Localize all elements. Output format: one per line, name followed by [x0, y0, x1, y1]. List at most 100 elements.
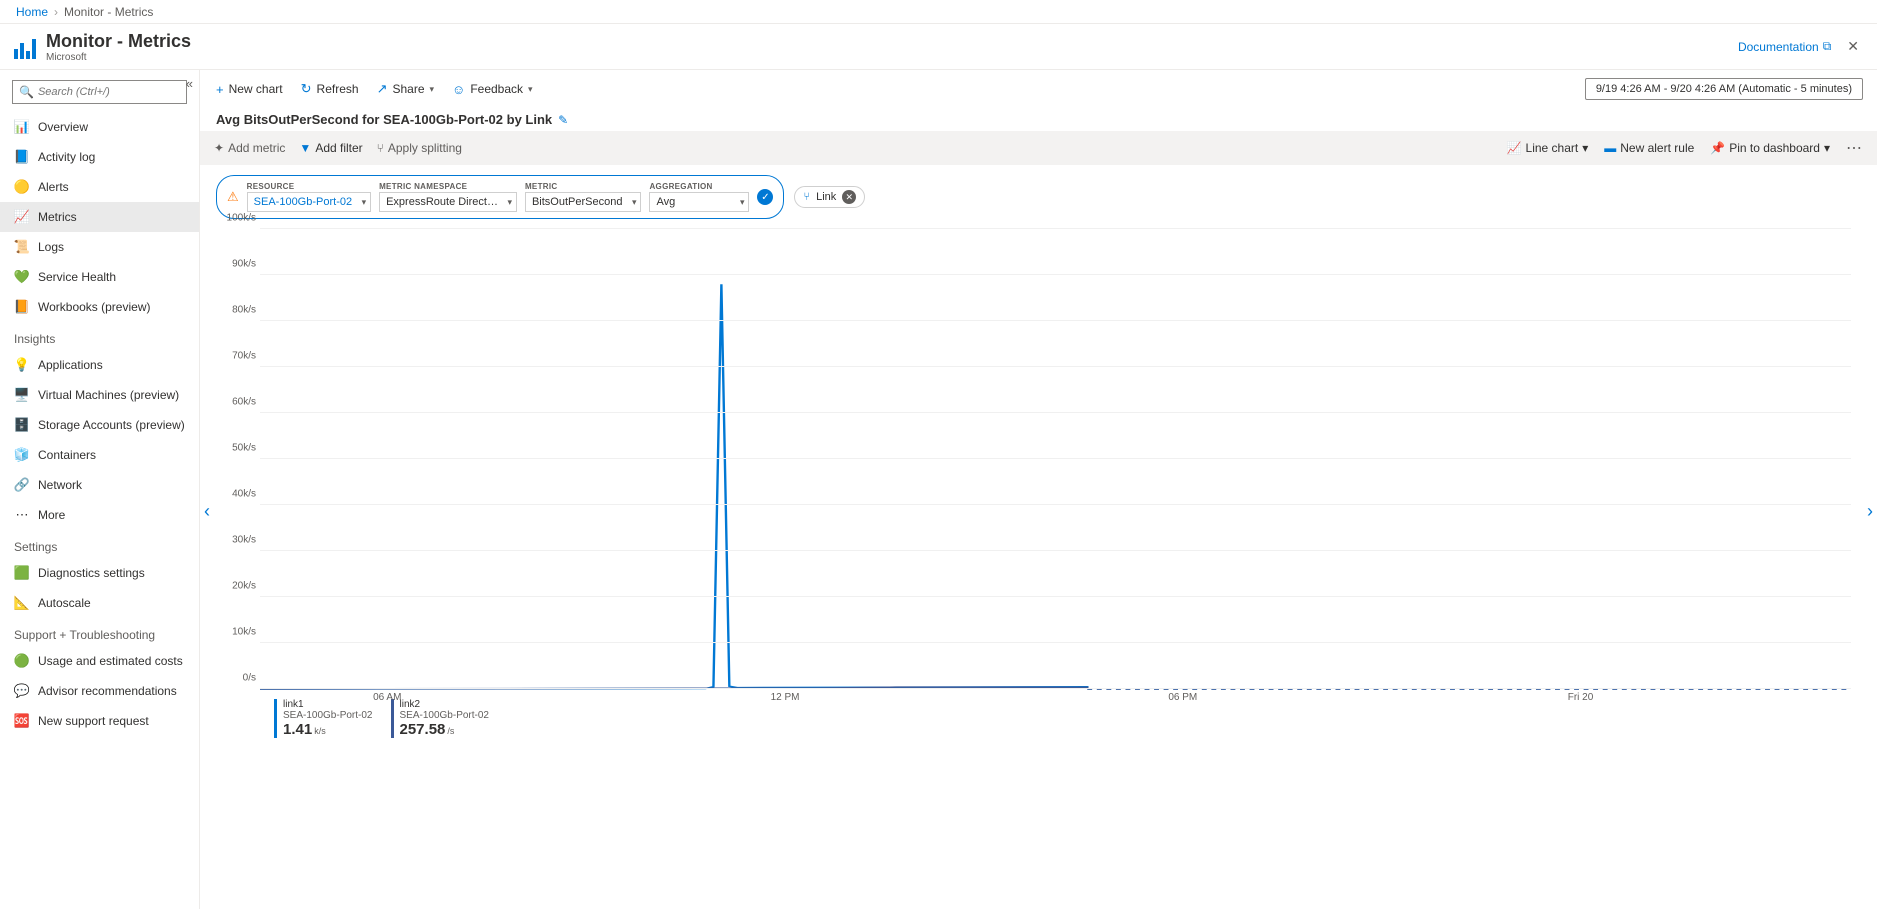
nav-item-label: Containers [38, 448, 96, 462]
y-axis-tick: 80k/s [222, 305, 256, 316]
new-chart-button[interactable]: +New chart [214, 78, 285, 101]
sidebar-item-logs[interactable]: 📜Logs [0, 232, 199, 262]
nav-item-icon: 💚 [14, 269, 30, 285]
sidebar-item-workbooks-preview-[interactable]: 📙Workbooks (preview) [0, 292, 199, 322]
sidebar-item-activity-log[interactable]: 📘Activity log [0, 142, 199, 172]
split-icon: ⑂ [803, 191, 810, 203]
aggregation-select[interactable]: Avg [649, 192, 749, 212]
legend-value: 1.41 [283, 721, 312, 738]
time-range-picker[interactable]: 9/19 4:26 AM - 9/20 4:26 AM (Automatic -… [1585, 78, 1863, 100]
collapse-sidebar-icon[interactable]: « [186, 76, 193, 91]
sidebar-item-more[interactable]: ⋯More [0, 500, 199, 530]
feedback-button[interactable]: ☺Feedback▾ [450, 78, 535, 101]
sidebar-item-network[interactable]: 🔗Network [0, 470, 199, 500]
split-icon: ⑂ [377, 141, 384, 155]
alert-icon: ▬ [1604, 141, 1616, 155]
nav-item-label: Metrics [38, 210, 77, 224]
nav-item-label: Overview [38, 120, 88, 134]
sidebar-search[interactable]: 🔍 [12, 80, 187, 104]
nav-item-icon: 📈 [14, 209, 30, 225]
page-header: Monitor - Metrics Microsoft Documentatio… [0, 24, 1877, 70]
chart-toolbar: +New chart ↻Refresh ↗Share▾ ☺Feedback▾ 9… [200, 70, 1877, 108]
documentation-link[interactable]: Documentation ⧉ [1738, 39, 1831, 54]
nav-item-icon: 📐 [14, 595, 30, 611]
nav-item-icon: 🖥️ [14, 387, 30, 403]
new-alert-rule-button[interactable]: ▬New alert rule [1604, 141, 1694, 155]
search-input[interactable] [38, 86, 181, 98]
metric-select[interactable]: BitsOutPerSecond [525, 192, 642, 212]
remove-chip-icon[interactable]: ✕ [842, 190, 856, 204]
sidebar-item-service-health[interactable]: 💚Service Health [0, 262, 199, 292]
share-button[interactable]: ↗Share▾ [375, 77, 436, 101]
x-axis-tick: Fri 20 [1568, 692, 1594, 703]
namespace-label: METRIC NAMESPACE [379, 182, 517, 191]
sidebar-item-usage-and-estimated-costs[interactable]: 🟢Usage and estimated costs [0, 646, 199, 676]
resource-select[interactable]: SEA-100Gb-Port-02 [247, 192, 371, 212]
nav-group-insights: Insights [0, 322, 199, 350]
nav-item-icon: 📙 [14, 299, 30, 315]
chevron-down-icon: ▾ [1824, 141, 1830, 155]
close-icon[interactable]: ✕ [1843, 34, 1863, 59]
sidebar-item-autoscale[interactable]: 📐Autoscale [0, 588, 199, 618]
breadcrumb-current: Monitor - Metrics [64, 5, 153, 19]
external-link-icon: ⧉ [1823, 39, 1832, 54]
refresh-icon: ↻ [301, 81, 312, 97]
nav-item-label: Alerts [38, 180, 69, 194]
sidebar-item-virtual-machines-preview-[interactable]: 🖥️Virtual Machines (preview) [0, 380, 199, 410]
legend-unit: /s [447, 726, 454, 736]
chart-plot[interactable]: 0/s10k/s20k/s30k/s40k/s50k/s60k/s70k/s80… [260, 229, 1851, 689]
metric-config-bar: ✦Add metric ▼Add filter ⑂Apply splitting… [200, 131, 1877, 165]
sidebar-item-advisor-recommendations[interactable]: 💬Advisor recommendations [0, 676, 199, 706]
chart-title: Avg BitsOutPerSecond for SEA-100Gb-Port-… [216, 112, 552, 127]
sidebar-item-alerts[interactable]: 🟡Alerts [0, 172, 199, 202]
pin-dashboard-button[interactable]: 📌Pin to dashboard ▾ [1710, 141, 1830, 155]
pin-icon: 📌 [1710, 141, 1725, 155]
page-title: Monitor - Metrics [46, 31, 191, 52]
scatter-icon: ✦ [214, 141, 224, 155]
sidebar-item-diagnostics-settings[interactable]: 🟩Diagnostics settings [0, 558, 199, 588]
nav-item-label: Network [38, 478, 82, 492]
prev-chart-button[interactable]: ‹ [204, 501, 210, 522]
nav-item-icon: 🆘 [14, 713, 30, 729]
refresh-button[interactable]: ↻Refresh [299, 77, 361, 101]
sidebar-item-applications[interactable]: 💡Applications [0, 350, 199, 380]
nav-group-support: Support + Troubleshooting [0, 618, 199, 646]
sidebar-item-containers[interactable]: 🧊 Containers [0, 440, 199, 470]
nav-item-icon: 🟩 [14, 565, 30, 581]
legend-unit: k/s [314, 726, 326, 736]
y-axis-tick: 40k/s [222, 489, 256, 500]
sidebar-item-overview[interactable]: 📊Overview [0, 112, 199, 142]
sidebar-item-metrics[interactable]: 📈 Metrics [0, 202, 199, 232]
add-filter-button[interactable]: ▼Add filter [299, 141, 362, 155]
split-chip-link[interactable]: ⑂ Link ✕ [794, 186, 865, 208]
edit-title-icon[interactable]: ✎ [558, 113, 568, 127]
y-axis-tick: 90k/s [222, 259, 256, 270]
add-metric-button[interactable]: ✦Add metric [214, 141, 285, 155]
chart-type-dropdown[interactable]: 📈Line chart ▾ [1507, 141, 1589, 155]
sidebar-item-storage-accounts-preview-[interactable]: 🗄️Storage Accounts (preview) [0, 410, 199, 440]
legend-resource: SEA-100Gb-Port-02 [283, 710, 373, 721]
legend-value: 257.58 [400, 721, 446, 738]
y-axis-tick: 20k/s [222, 581, 256, 592]
sidebar-item-new-support-request[interactable]: 🆘 New support request [0, 706, 199, 736]
chevron-down-icon: ▾ [528, 84, 533, 95]
nav-item-icon: 💬 [14, 683, 30, 699]
nav-item-label: Storage Accounts (preview) [38, 418, 185, 432]
legend-item-link2[interactable]: link2SEA-100Gb-Port-02257.58/s [391, 699, 490, 738]
next-chart-button[interactable]: › [1867, 501, 1873, 522]
legend-series-name: link2 [400, 699, 490, 710]
legend-series-name: link1 [283, 699, 373, 710]
chart-area: ‹ › 0/s10k/s20k/s30k/s40k/s50k/s60k/s70k… [200, 229, 1877, 909]
more-menu-button[interactable]: ⋯ [1846, 138, 1863, 158]
legend-item-link1[interactable]: link1SEA-100Gb-Port-021.41k/s [274, 699, 373, 738]
namespace-select[interactable]: ExpressRoute Direct… [379, 192, 517, 212]
nav-item-label: New support request [38, 714, 149, 728]
nav-item-label: Applications [38, 358, 103, 372]
resource-label: RESOURCE [247, 182, 371, 191]
apply-splitting-button[interactable]: ⑂Apply splitting [377, 141, 462, 155]
apply-icon[interactable]: ✓ [757, 189, 773, 205]
nav-item-icon: 🧊 [14, 447, 30, 463]
legend-resource: SEA-100Gb-Port-02 [400, 710, 490, 721]
breadcrumb-home[interactable]: Home [16, 5, 48, 19]
y-axis-tick: 60k/s [222, 397, 256, 408]
